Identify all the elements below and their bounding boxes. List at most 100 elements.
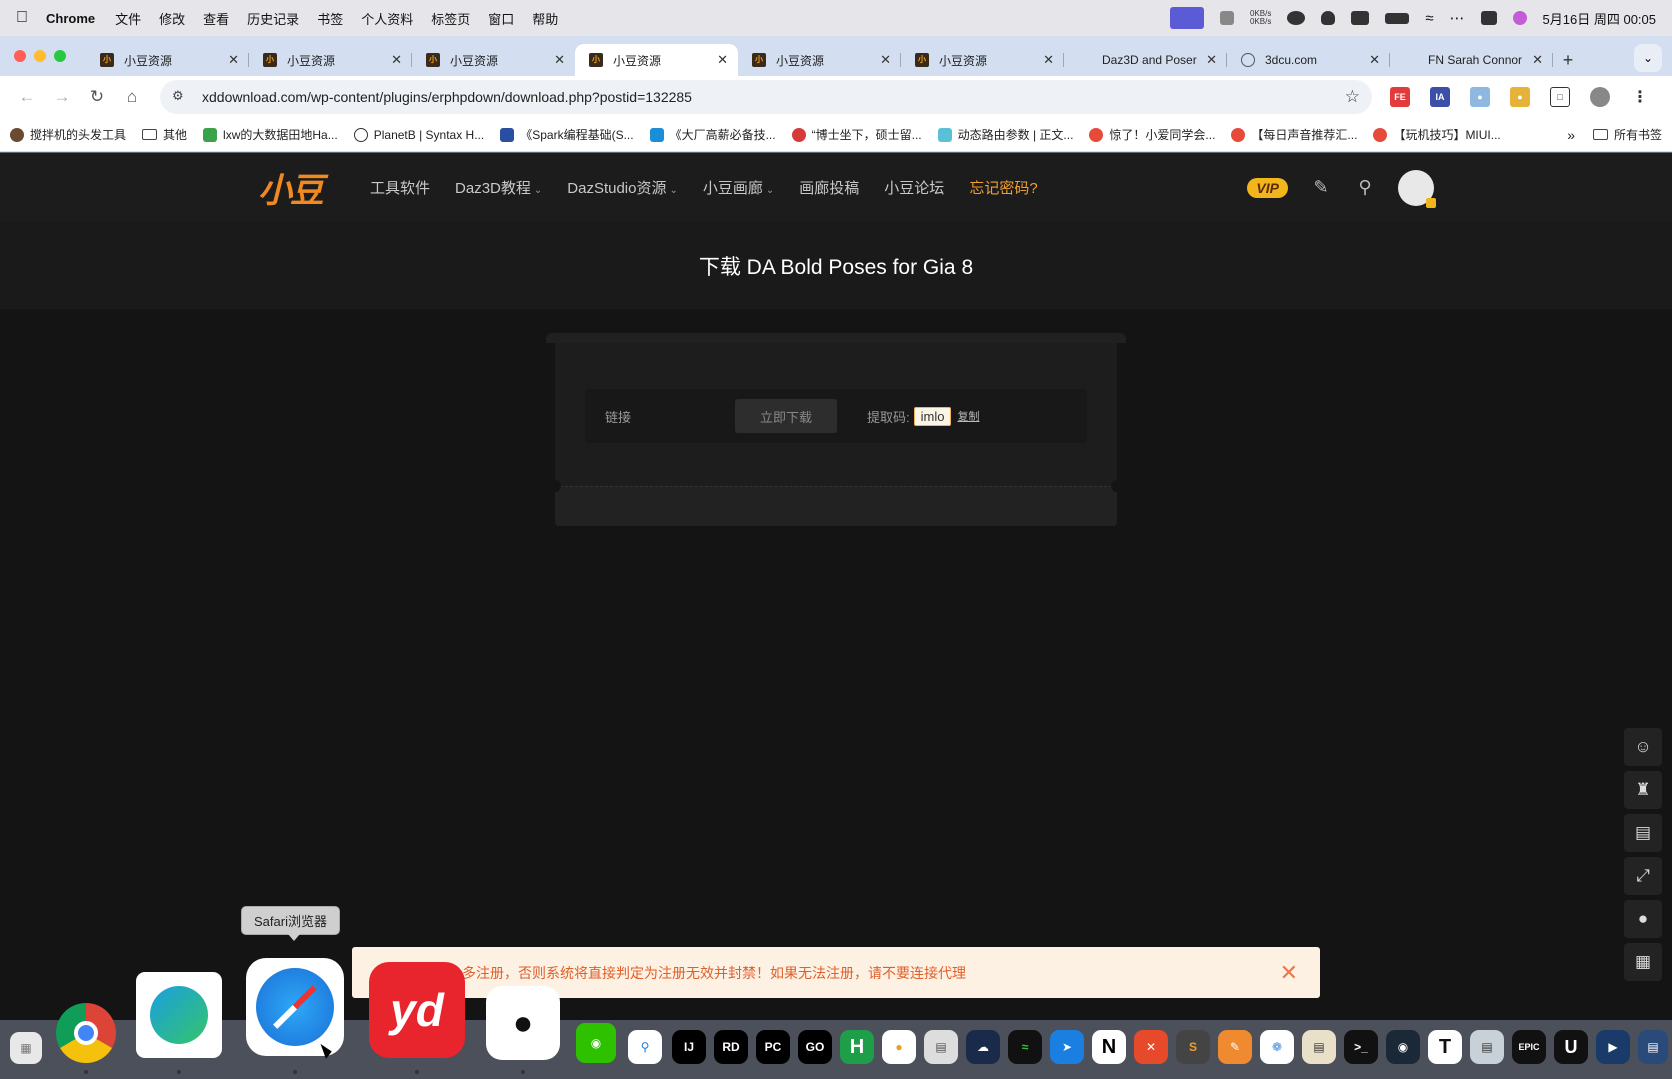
site-info-icon[interactable]: ⚙	[172, 88, 190, 106]
all-bookmarks-folder[interactable]: 所有书签	[1592, 126, 1662, 143]
siri-icon[interactable]	[1512, 11, 1527, 25]
nav-dazstudio-resources[interactable]: DazStudio资源 ⌄	[567, 177, 678, 198]
qq-penguin-icon[interactable]: ●	[486, 986, 560, 1060]
close-tab-icon[interactable]: ✕	[1532, 52, 1543, 68]
bookmark-item[interactable]: 搅拌机的头发工具	[10, 126, 126, 143]
hbuilder-icon[interactable]: H	[840, 1030, 874, 1064]
nav-forum[interactable]: 小豆论坛	[884, 177, 944, 198]
bookmark-item[interactable]: lxw的大数据田地Ha...	[203, 126, 338, 143]
media-player-icon[interactable]: ▶	[1596, 1030, 1630, 1064]
pycharm-icon[interactable]: PC	[756, 1030, 790, 1064]
sync-icon[interactable]	[1351, 11, 1370, 25]
control-center-icon[interactable]	[1480, 11, 1497, 25]
bookmark-item[interactable]: 惊了！小爱同学会...	[1089, 126, 1215, 143]
download-now-button[interactable]: 立即下载	[735, 399, 837, 433]
browser-tab[interactable]: 小小豆资源 ✕	[249, 44, 412, 76]
chrome-menu-icon[interactable]: ⋮	[1630, 87, 1650, 107]
bookmark-star-icon[interactable]: ☆	[1345, 87, 1360, 107]
user-avatar[interactable]	[1398, 169, 1436, 208]
search-icon[interactable]: ⚲	[1354, 177, 1376, 199]
theme-toggle-icon[interactable]: ●	[1624, 900, 1662, 938]
tab-search-button[interactable]: ⌄	[1634, 44, 1662, 72]
bookmark-item[interactable]: 【玩机技巧】MIUI...	[1373, 126, 1501, 143]
feishu-icon[interactable]: ➤	[1050, 1030, 1084, 1064]
apple-icon[interactable]: 	[16, 9, 28, 27]
home-button[interactable]: ⌂	[117, 82, 147, 112]
safari-icon[interactable]	[246, 958, 344, 1056]
close-tab-icon[interactable]: ✕	[554, 52, 565, 68]
sublime-text-icon[interactable]: S	[1176, 1030, 1210, 1064]
remote-desktop-icon[interactable]: ▤	[1470, 1030, 1504, 1064]
activity-monitor-icon[interactable]: ≈	[1008, 1030, 1042, 1064]
bookmark-item[interactable]: PlanetB | Syntax H...	[353, 127, 484, 142]
extensions-puzzle-icon[interactable]: □	[1550, 87, 1570, 107]
baidu-netdisk-icon[interactable]: ●	[882, 1030, 916, 1064]
site-logo[interactable]: 小豆	[258, 163, 324, 212]
bookmarks-overflow-icon[interactable]: »	[1567, 127, 1575, 143]
browser-tab-active[interactable]: 小小豆资源 ✕	[575, 44, 738, 76]
edge-icon[interactable]	[136, 972, 222, 1058]
fullscreen-icon[interactable]: ⤢	[1624, 857, 1662, 895]
epic-games-icon[interactable]: EPIC	[1512, 1030, 1546, 1064]
launchpad-icon[interactable]: ▦	[10, 1032, 42, 1064]
nav-gallery[interactable]: 小豆画廊 ⌄	[703, 177, 774, 198]
qq-icon[interactable]	[1321, 11, 1336, 25]
cloud-app-icon[interactable]: ☁	[966, 1030, 1000, 1064]
translate-icon[interactable]: ▦	[1624, 943, 1662, 981]
menu-clock[interactable]: 5月16日 周四 00:05	[1543, 9, 1656, 28]
extension-fe-icon[interactable]: FE	[1390, 87, 1410, 107]
screen-mirroring-icon[interactable]	[1169, 7, 1204, 29]
typora-icon[interactable]: T	[1428, 1030, 1462, 1064]
customer-service-icon[interactable]: ☺	[1624, 728, 1662, 766]
baidu-photos-icon[interactable]: ❁	[1260, 1030, 1294, 1064]
back-button[interactable]: ←	[12, 82, 42, 112]
new-tab-button[interactable]: +	[1553, 44, 1583, 76]
maximize-window-button[interactable]	[54, 50, 66, 62]
rider-icon[interactable]: RD	[714, 1030, 748, 1064]
menu-item-edit[interactable]: 修改	[159, 9, 185, 28]
close-tab-icon[interactable]: ✕	[228, 52, 239, 68]
menu-item-profiles[interactable]: 个人资料	[361, 9, 413, 28]
browser-tab[interactable]: FN Sarah Connor ✕	[1390, 44, 1553, 76]
nav-daz3d-tutorials[interactable]: Daz3D教程 ⌄	[455, 177, 542, 198]
copy-code-button[interactable]: 复制	[957, 408, 979, 424]
close-tab-icon[interactable]: ✕	[1369, 52, 1380, 68]
browser-tab[interactable]: Daz3D and Poser ✕	[1064, 44, 1227, 76]
archive-icon[interactable]: ▤	[1302, 1030, 1336, 1064]
steam-icon[interactable]: ◉	[1386, 1030, 1420, 1064]
url-text[interactable]: xddownload.com/wp-content/plugins/erphpd…	[202, 89, 1345, 105]
battery-icon[interactable]	[1385, 12, 1410, 24]
nav-gallery-submit[interactable]: 画廊投稿	[799, 177, 859, 198]
bookmark-item[interactable]: 【每日声音推荐汇...	[1231, 126, 1357, 143]
browser-tab[interactable]: 小小豆资源 ✕	[901, 44, 1064, 76]
browser-tab[interactable]: 小小豆资源 ✕	[738, 44, 901, 76]
wechat-dock-icon[interactable]: ◉	[576, 1023, 616, 1063]
forgot-password-link[interactable]: 忘记密码?	[969, 177, 1037, 198]
bookmark-folder[interactable]: 其他	[142, 126, 187, 143]
browser-tab[interactable]: 小小豆资源 ✕	[412, 44, 575, 76]
address-bar[interactable]: ⚙ xddownload.com/wp-content/plugins/erph…	[160, 80, 1372, 114]
vip-crown-icon[interactable]: ♜	[1624, 771, 1662, 809]
close-icon[interactable]: ✕	[1280, 960, 1298, 986]
bookmark-item[interactable]: 动态路由参数 | 正文...	[937, 126, 1073, 143]
wechat-icon[interactable]	[1287, 11, 1306, 25]
bookmark-item[interactable]: 《Spark编程基础(S...	[500, 126, 634, 143]
browser-tab[interactable]: 3dcu.com ✕	[1227, 44, 1390, 76]
menu-item-bookmarks[interactable]: 书签	[317, 9, 343, 28]
terminal-icon[interactable]: >_	[1344, 1030, 1378, 1064]
close-tab-icon[interactable]: ✕	[1043, 52, 1054, 68]
close-window-button[interactable]	[14, 50, 26, 62]
extension-translate-icon[interactable]: ●	[1470, 87, 1490, 107]
profile-avatar-icon[interactable]	[1590, 87, 1610, 107]
wifi-icon[interactable]: ≈	[1425, 10, 1433, 27]
menu-app-name[interactable]: Chrome	[46, 11, 95, 26]
finder-window-icon[interactable]: ▤	[1638, 1030, 1668, 1064]
more-icon[interactable]: ⋯	[1450, 9, 1465, 27]
goland-icon[interactable]: GO	[798, 1030, 832, 1064]
vip-button[interactable]: VIP	[1247, 177, 1288, 198]
extension-ia-icon[interactable]: IA	[1430, 87, 1450, 107]
extraction-code-value[interactable]: imlo	[913, 406, 952, 426]
menu-item-window[interactable]: 窗口	[488, 9, 514, 28]
bookmark-item[interactable]: 《大厂高薪必备技...	[649, 126, 776, 143]
close-tab-icon[interactable]: ✕	[391, 52, 402, 68]
